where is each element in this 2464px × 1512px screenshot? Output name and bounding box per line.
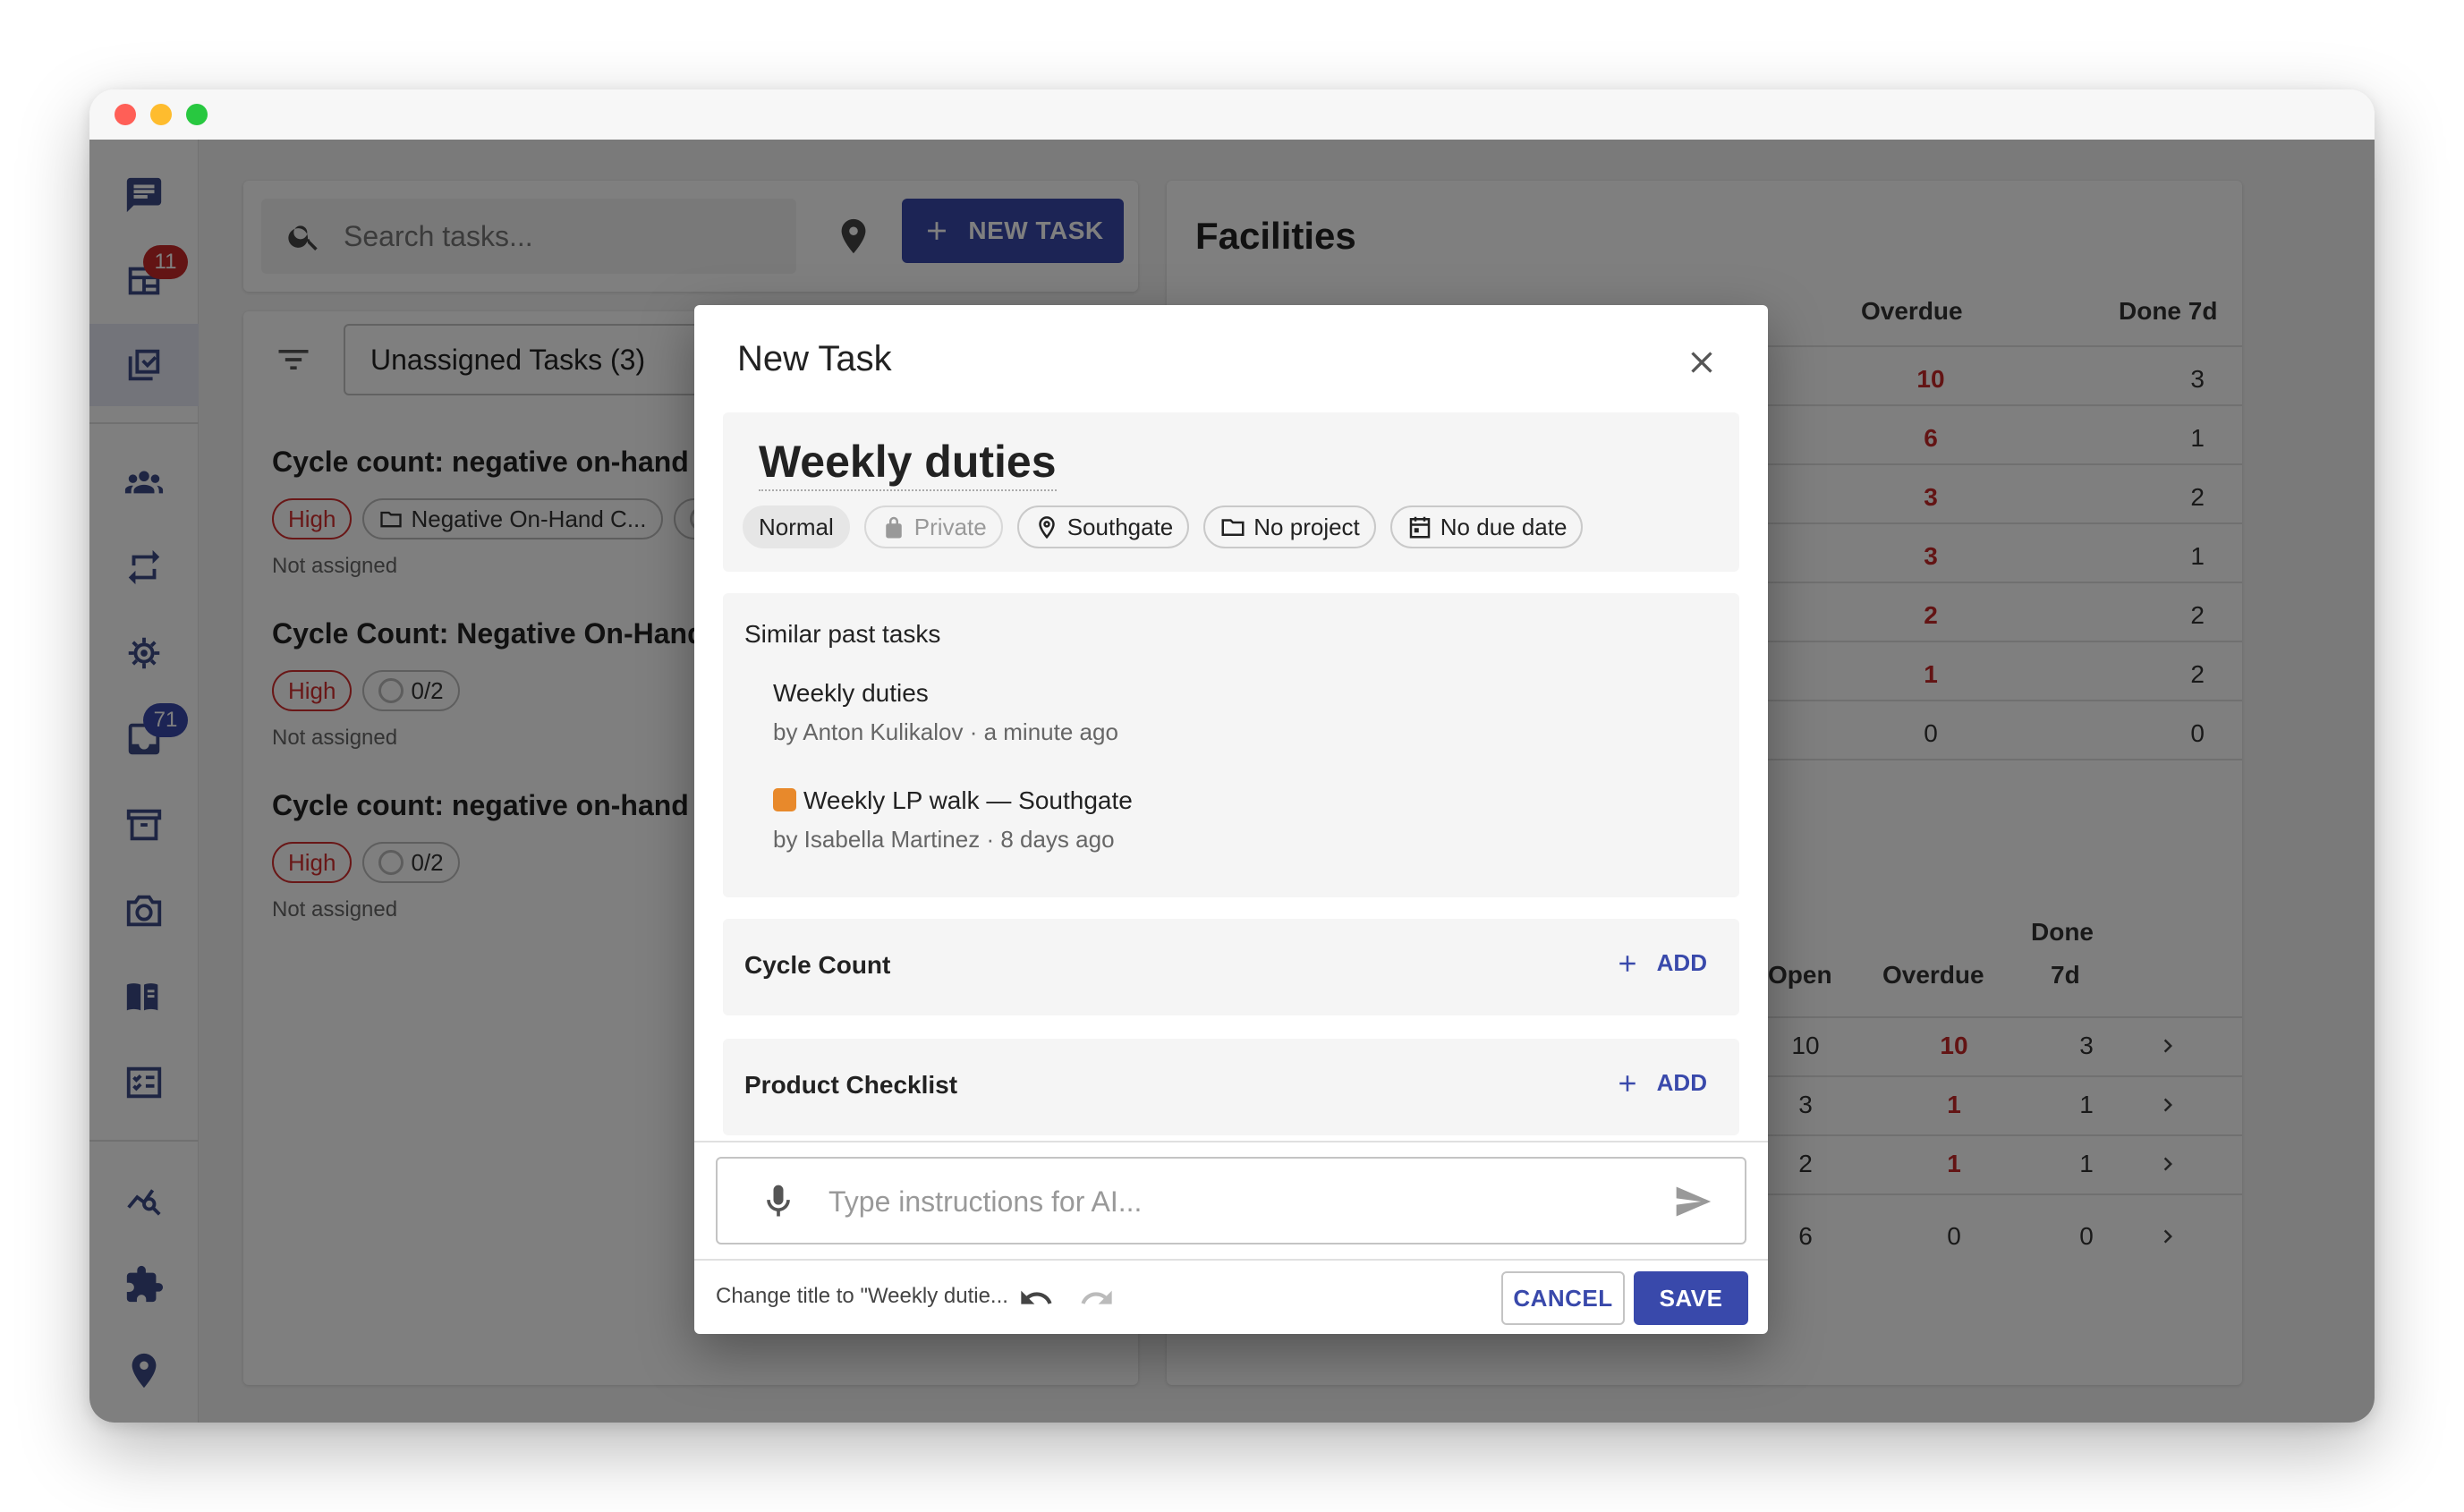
similar-task-meta: by Anton Kulikalov · a minute ago xyxy=(773,718,1118,745)
task-title-panel: Weekly duties Normal Private Southgate N… xyxy=(723,412,1739,572)
due-date-chip[interactable]: No due date xyxy=(1389,505,1584,548)
safety-vest-icon xyxy=(773,788,796,811)
window-minimize-button[interactable] xyxy=(150,104,172,125)
close-icon[interactable] xyxy=(1684,344,1720,380)
cycle-count-section: Cycle Count ADD xyxy=(723,919,1739,1015)
ai-change-status: Change title to "Weekly dutie... xyxy=(716,1284,1008,1308)
similar-task-title: Weekly LP walk — Southgate xyxy=(803,786,1133,814)
similar-tasks-heading: Similar past tasks xyxy=(744,620,941,648)
save-button[interactable]: SAVE xyxy=(1634,1271,1748,1325)
microphone-icon[interactable] xyxy=(759,1182,798,1221)
dialog-title: New Task xyxy=(737,339,892,378)
footer-divider xyxy=(694,1259,1768,1261)
visibility-chip[interactable]: Private xyxy=(863,505,1003,548)
ai-input-placeholder: Type instructions for AI... xyxy=(828,1185,1143,1218)
location-chip-label: Southgate xyxy=(1066,513,1174,540)
calendar-icon xyxy=(1409,516,1431,539)
project-chip[interactable]: No project xyxy=(1203,505,1376,548)
similar-task-item[interactable]: Weekly LP walk — Southgate by Isabella M… xyxy=(773,786,1133,854)
due-date-chip-label: No due date xyxy=(1440,513,1568,540)
add-button-label: ADD xyxy=(1656,1069,1707,1096)
location-pin-icon xyxy=(1038,516,1055,539)
cancel-button[interactable]: CANCEL xyxy=(1501,1271,1625,1325)
plus-icon xyxy=(1619,1075,1636,1092)
product-checklist-section: Product Checklist ADD xyxy=(723,1039,1739,1135)
lock-icon xyxy=(886,516,902,539)
app-window: 11 71 xyxy=(89,89,2375,1423)
plus-icon xyxy=(1619,955,1636,972)
similar-tasks-panel: Similar past tasks Weekly duties by Anto… xyxy=(723,593,1739,897)
section-label: Cycle Count xyxy=(744,951,891,979)
similar-task-title: Weekly duties xyxy=(773,679,929,707)
undo-icon[interactable] xyxy=(1018,1280,1054,1316)
task-title-input[interactable]: Weekly duties xyxy=(759,436,1057,491)
new-task-dialog: New Task Weekly duties Normal Private So… xyxy=(694,305,1768,1334)
add-button-label: ADD xyxy=(1656,949,1707,976)
send-icon[interactable] xyxy=(1673,1182,1712,1221)
ai-divider xyxy=(694,1141,1768,1142)
window-titlebar xyxy=(89,89,2375,140)
add-product-checklist-button[interactable]: ADD xyxy=(1614,1069,1707,1097)
project-chip-label: No project xyxy=(1253,513,1360,540)
section-label: Product Checklist xyxy=(744,1071,958,1099)
window-close-button[interactable] xyxy=(115,104,136,125)
folder-icon xyxy=(1221,519,1245,536)
window-zoom-button[interactable] xyxy=(186,104,208,125)
redo-icon[interactable] xyxy=(1079,1280,1115,1316)
ai-instructions-input[interactable]: Type instructions for AI... xyxy=(716,1157,1746,1244)
similar-task-meta: by Isabella Martinez · 8 days ago xyxy=(773,826,1115,853)
add-cycle-count-button[interactable]: ADD xyxy=(1614,949,1707,977)
visibility-chip-label: Private xyxy=(913,513,987,540)
location-chip[interactable]: Southgate xyxy=(1016,505,1190,548)
similar-task-item[interactable]: Weekly duties by Anton Kulikalov · a min… xyxy=(773,679,1118,746)
priority-chip[interactable]: Normal xyxy=(743,505,850,548)
